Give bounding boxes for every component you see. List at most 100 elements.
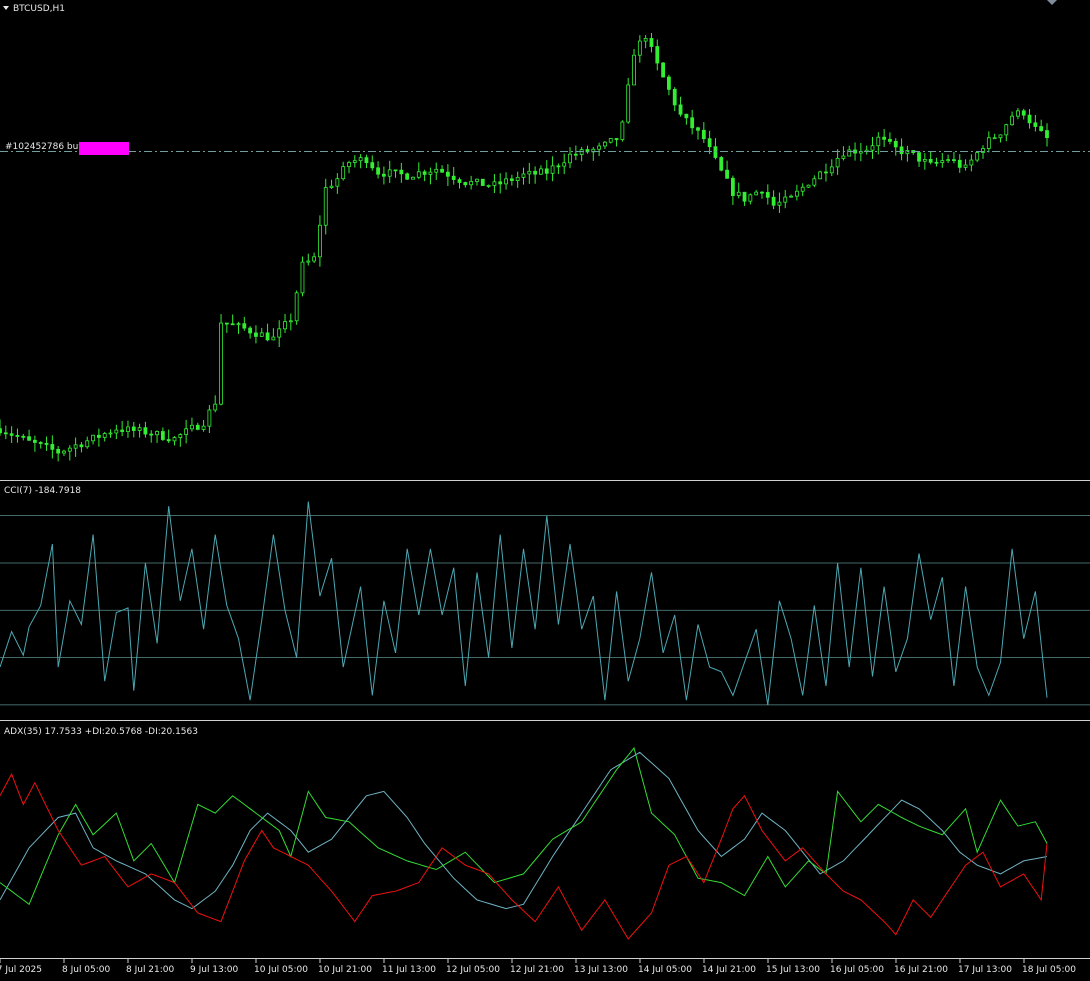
candle-body (1004, 124, 1009, 136)
candle-body (539, 168, 543, 175)
candle-body (445, 171, 450, 177)
time-label: 7 Jul 2025 (0, 965, 42, 975)
candle-body (498, 181, 503, 185)
candle-body (684, 113, 689, 119)
candle-body (341, 166, 346, 180)
candle-body (172, 437, 177, 442)
candle-body (73, 444, 78, 449)
candle-body (50, 444, 55, 450)
adx-title: ADX(35) 17.7533 +DI:20.5768 -DI:20.1563 (4, 727, 198, 737)
candle-body (783, 196, 788, 203)
candle-body (56, 448, 61, 454)
candle-body (568, 153, 572, 164)
order-tag[interactable] (79, 142, 129, 155)
candle-body (620, 121, 625, 140)
candle-body (62, 450, 66, 454)
candle-body (736, 191, 741, 196)
candle-body (690, 117, 695, 129)
candle-body (230, 323, 235, 326)
candle-body (765, 192, 770, 198)
candle-body (15, 435, 20, 437)
candle-body (998, 134, 1003, 139)
candle-body (416, 171, 421, 178)
candle-body (1045, 130, 1049, 139)
candle-body (451, 175, 456, 180)
candle-body (760, 191, 764, 194)
candle-body (882, 136, 887, 140)
candle-body (975, 152, 980, 161)
chart-background (0, 0, 1090, 981)
candle-body (661, 62, 665, 78)
candle-body (131, 426, 136, 431)
candle-body (201, 425, 206, 430)
candle-body (318, 224, 322, 258)
candle-body (207, 409, 212, 427)
candle-body (190, 424, 194, 430)
candle-body (184, 428, 189, 435)
candle-body (992, 137, 997, 140)
candle-body (527, 170, 532, 175)
candle-body (1033, 122, 1038, 127)
terminal-chart[interactable]: BTCUSD,H1 #102452786 buy CCI(7) -184.791… (0, 0, 1090, 981)
candle-body (742, 191, 747, 202)
time-label: 9 Jul 13:00 (190, 965, 239, 975)
candle-body (509, 178, 514, 181)
candle-body (347, 162, 351, 168)
time-label: 11 Jul 13:00 (382, 965, 436, 975)
candle-body (160, 431, 165, 440)
candle-body (469, 181, 474, 186)
candle-body (155, 431, 159, 436)
candle-body (1010, 115, 1014, 126)
candle-body (608, 138, 613, 143)
candle-body (434, 168, 439, 173)
candle-body (562, 162, 567, 167)
candle-body (3, 432, 8, 435)
candle-body (213, 403, 218, 411)
candle-body (957, 159, 962, 168)
candle-body (178, 434, 183, 438)
candle-body (678, 104, 683, 115)
candle-body (358, 157, 363, 162)
candle-body (300, 261, 305, 294)
candle-body (166, 439, 171, 442)
candle-body (0, 428, 2, 434)
candle-body (870, 145, 875, 151)
candle-body (486, 184, 491, 187)
candle-body (323, 187, 328, 226)
candle-body (44, 443, 49, 445)
candle-body (387, 169, 392, 177)
candle-body (597, 145, 602, 150)
candle-body (725, 169, 729, 179)
candle-body (655, 46, 660, 64)
candle-body (352, 160, 357, 163)
candle-body (102, 433, 107, 438)
candle-body (370, 162, 375, 169)
candle-body (899, 146, 904, 155)
candle-body (294, 292, 299, 322)
time-label: 16 Jul 21:00 (894, 965, 948, 975)
candle-body (108, 432, 113, 435)
candle-body (707, 138, 712, 148)
candle-body (603, 141, 607, 147)
candle-body (428, 171, 433, 175)
candle-body (986, 137, 991, 149)
candle-body (143, 427, 148, 435)
candle-body (632, 54, 636, 86)
candle-body (876, 136, 881, 147)
candle-body (254, 332, 258, 337)
candle-body (463, 182, 468, 186)
candle-body (696, 127, 700, 131)
candle-body (271, 336, 276, 341)
candle-body (515, 176, 520, 181)
candle-body (21, 435, 26, 438)
candle-body (946, 159, 951, 162)
candle-body (114, 429, 119, 434)
candle-body (422, 171, 427, 175)
candle-body (550, 165, 555, 174)
candle-body (27, 436, 31, 441)
candle-body (277, 328, 282, 338)
candle-body (835, 157, 840, 168)
time-label: 16 Jul 05:00 (830, 965, 884, 975)
candle-body (126, 426, 130, 432)
candle-body (917, 152, 921, 162)
